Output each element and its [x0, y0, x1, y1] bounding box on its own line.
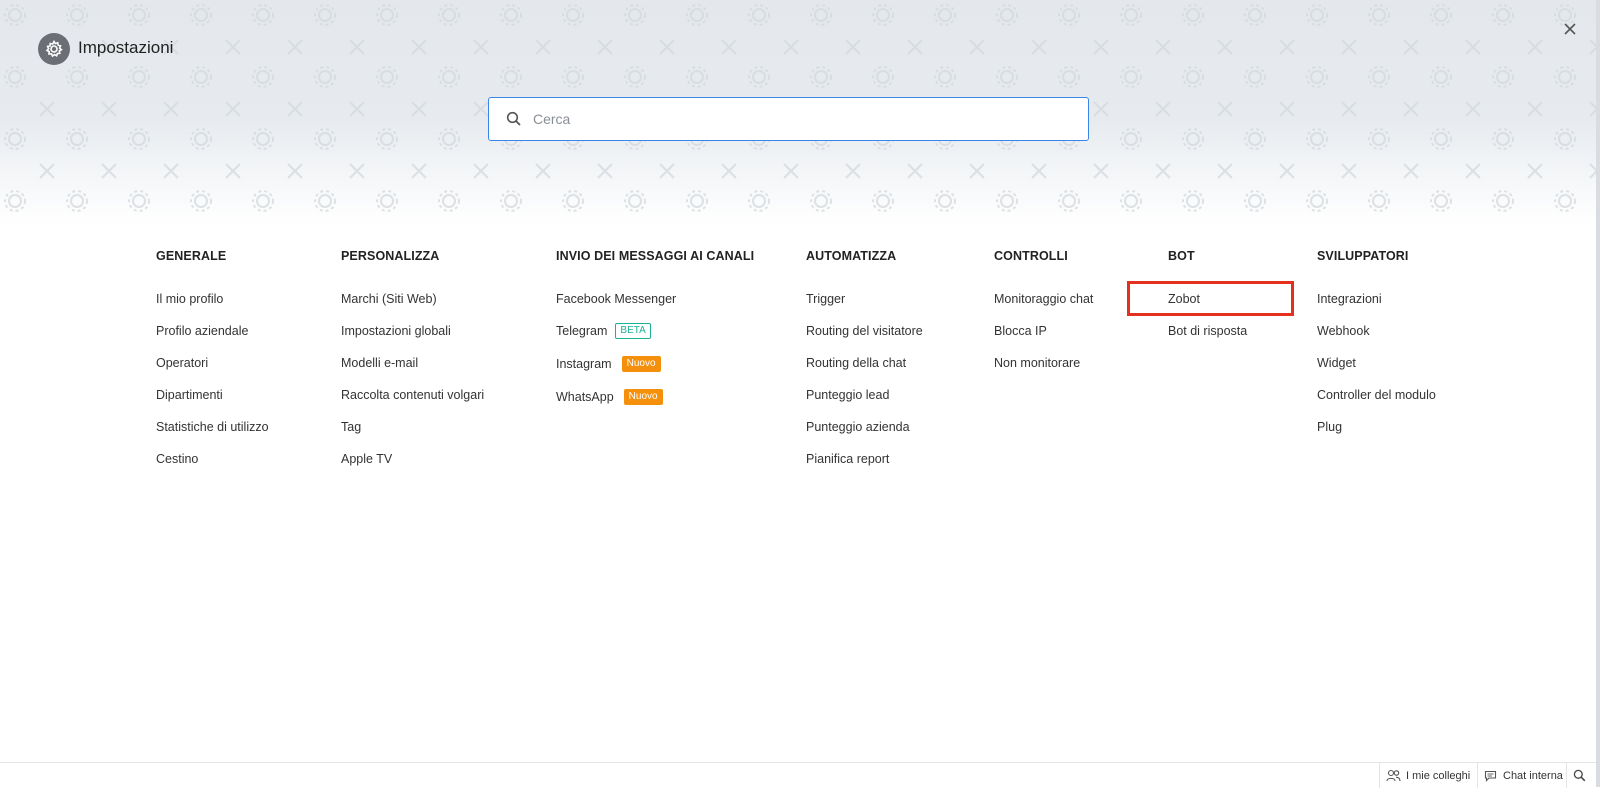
settings-link-non-monitorare[interactable]: Non monitorare [994, 354, 1080, 372]
settings-link-routing-visitatore[interactable]: Routing del visitatore [806, 322, 923, 340]
section-canali: INVIO DEI MESSAGGI AI CANALI [556, 249, 754, 267]
settings-link-widget[interactable]: Widget [1317, 354, 1356, 372]
settings-link-plug[interactable]: Plug [1317, 418, 1342, 436]
search-input[interactable] [531, 110, 1075, 128]
section-heading: CONTROLLI [994, 249, 1068, 263]
new-badge: Nuovo [621, 356, 661, 372]
settings-link-facebook-messenger[interactable]: Facebook Messenger [556, 290, 676, 308]
settings-link-statistiche[interactable]: Statistiche di utilizzo [156, 418, 269, 436]
section-controlli: CONTROLLI [994, 249, 1068, 267]
bottom-search-button[interactable] [1573, 763, 1586, 788]
settings-link-webhook[interactable]: Webhook [1317, 322, 1370, 340]
section-personalizza: PERSONALIZZA [341, 249, 439, 267]
close-button[interactable] [1559, 18, 1581, 40]
chat-label: Chat interna [1503, 769, 1563, 782]
beta-badge: BETA [615, 323, 651, 339]
bottom-bar: I mie colleghi Chat interna [0, 762, 1596, 788]
colleagues-button[interactable]: I mie colleghi [1386, 763, 1470, 788]
settings-link-whatsapp[interactable]: WhatsApp Nuovo [556, 388, 663, 406]
section-sviluppatori: SVILUPPATORI [1317, 249, 1409, 267]
section-automatizza: AUTOMATIZZA [806, 249, 896, 267]
link-label: WhatsApp [556, 390, 614, 404]
settings-link-il-mio-profilo[interactable]: Il mio profilo [156, 290, 223, 308]
settings-link-controller-modulo[interactable]: Controller del modulo [1317, 386, 1436, 404]
settings-link-instagram[interactable]: Instagram Nuovo [556, 355, 661, 373]
divider [1379, 763, 1380, 788]
settings-link-integrazioni[interactable]: Integrazioni [1317, 290, 1382, 308]
settings-link-telegram[interactable]: Telegram BETA [556, 322, 651, 340]
chat-bubble-icon [1484, 770, 1497, 782]
section-heading: GENERALE [156, 249, 227, 263]
highlight-box [1127, 281, 1294, 316]
people-icon [1386, 769, 1401, 782]
section-generale: GENERALE [156, 249, 226, 267]
section-heading: SVILUPPATORI [1317, 249, 1409, 263]
gear-icon [38, 33, 70, 65]
search-icon [1573, 769, 1586, 782]
link-label: Instagram [556, 357, 612, 371]
search-box [488, 97, 1089, 141]
settings-link-trigger[interactable]: Trigger [806, 290, 845, 308]
section-heading: INVIO DEI MESSAGGI AI CANALI [556, 249, 755, 263]
internal-chat-button[interactable]: Chat interna [1484, 763, 1563, 788]
settings-link-routing-chat[interactable]: Routing della chat [806, 354, 906, 372]
section-heading: AUTOMATIZZA [806, 249, 897, 263]
settings-link-marchi[interactable]: Marchi (Siti Web) [341, 290, 437, 308]
section-heading: PERSONALIZZA [341, 249, 440, 263]
settings-link-modelli-email[interactable]: Modelli e-mail [341, 354, 418, 372]
settings-link-cestino[interactable]: Cestino [156, 450, 198, 468]
settings-link-tag[interactable]: Tag [341, 418, 361, 436]
settings-link-punteggio-lead[interactable]: Punteggio lead [806, 386, 889, 404]
page-title: Impostazioni [78, 38, 174, 57]
settings-link-blocca-ip[interactable]: Blocca IP [994, 322, 1047, 340]
search-icon [506, 111, 522, 127]
settings-link-dipartimenti[interactable]: Dipartimenti [156, 386, 223, 404]
settings-link-pianifica-report[interactable]: Pianifica report [806, 450, 889, 468]
settings-link-bot-di-risposta[interactable]: Bot di risposta [1168, 322, 1247, 340]
divider [1566, 763, 1567, 788]
divider [1477, 763, 1478, 788]
settings-link-contenuti-volgari[interactable]: Raccolta contenuti volgari [341, 386, 484, 404]
settings-link-apple-tv[interactable]: Apple TV [341, 450, 392, 468]
close-icon [1564, 23, 1576, 35]
colleagues-label: I mie colleghi [1406, 769, 1471, 782]
settings-link-zobot[interactable]: Zobot [1168, 290, 1200, 308]
settings-link-impostazioni-globali[interactable]: Impostazioni globali [341, 322, 451, 340]
section-bot: BOT [1168, 249, 1195, 267]
settings-link-monitoraggio-chat[interactable]: Monitoraggio chat [994, 290, 1093, 308]
settings-link-profilo-aziendale[interactable]: Profilo aziendale [156, 322, 248, 340]
section-heading: BOT [1168, 249, 1195, 263]
window-edge [1596, 0, 1600, 787]
settings-link-operatori[interactable]: Operatori [156, 354, 208, 372]
new-badge: Nuovo [623, 389, 663, 405]
settings-link-punteggio-azienda[interactable]: Punteggio azienda [806, 418, 910, 436]
link-label: Telegram [556, 324, 608, 338]
